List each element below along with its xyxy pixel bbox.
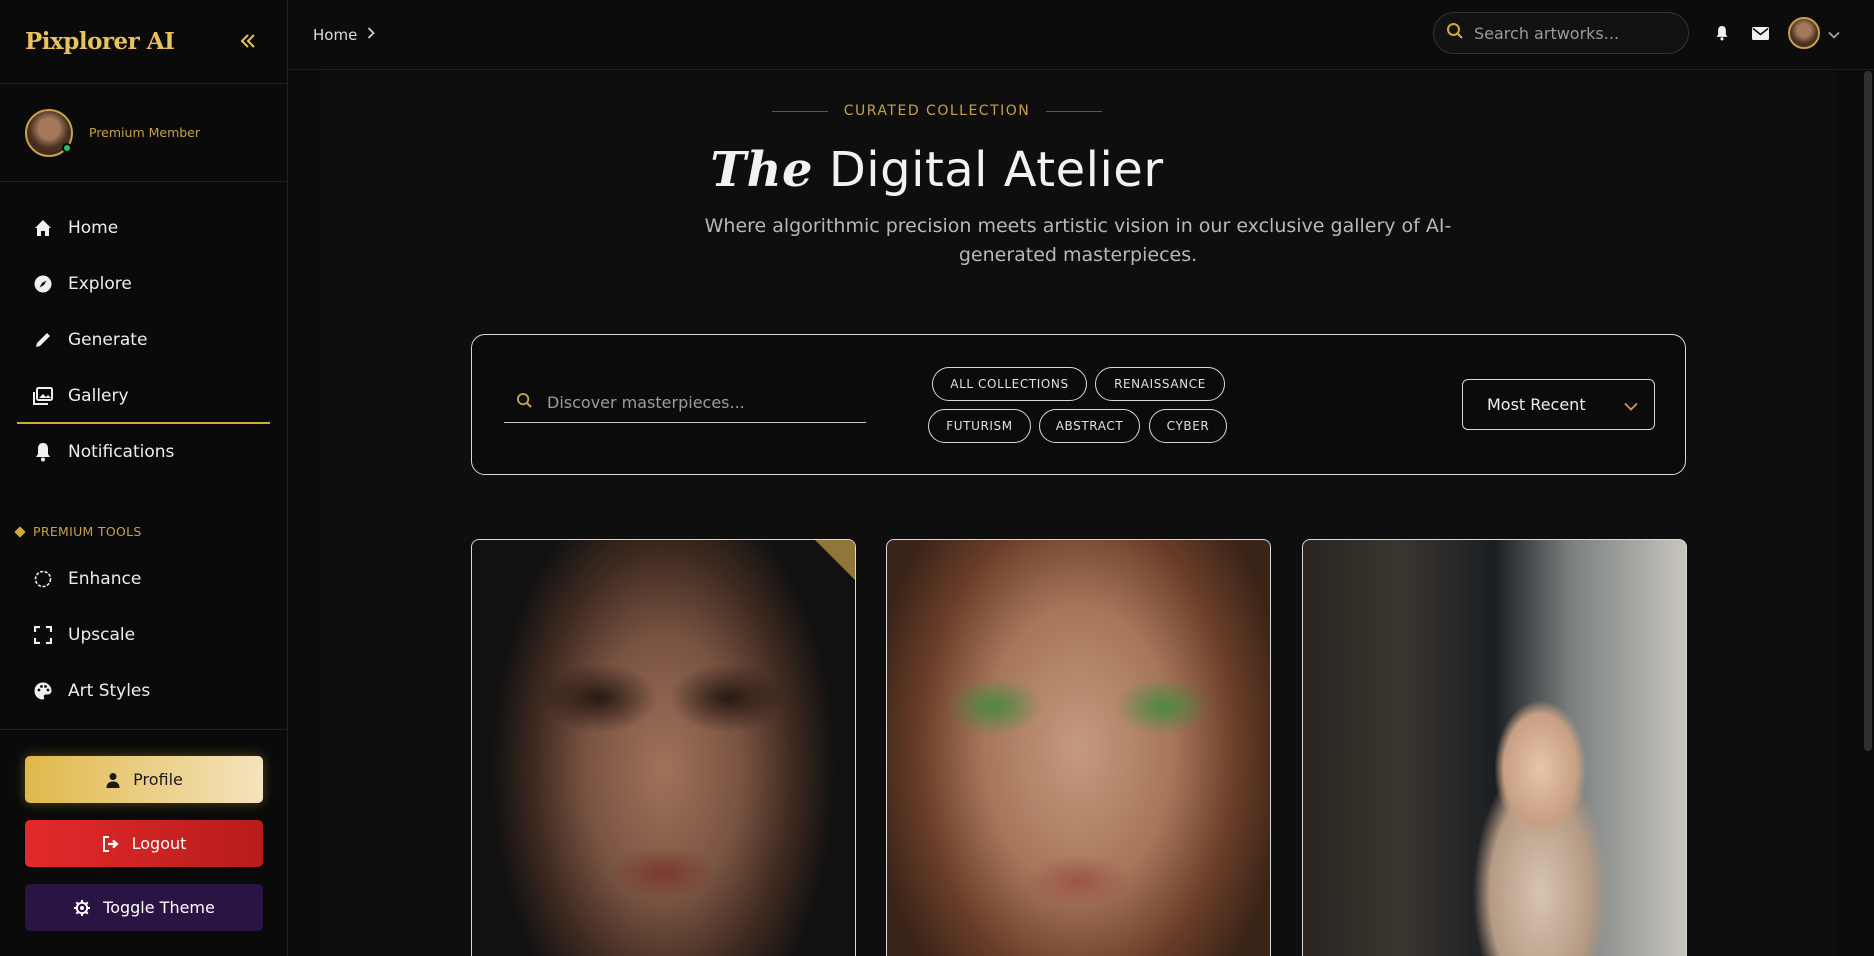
palette-icon (32, 680, 54, 702)
sidebar-actions: Profile Logout Toggle Theme (0, 729, 287, 948)
sidebar-item-label: Upscale (68, 625, 136, 645)
logout-icon (102, 835, 120, 852)
search-placeholder: Search artworks... (1474, 23, 1620, 43)
sidebar-item-label: Home (68, 218, 119, 238)
bell-icon[interactable] (1710, 25, 1734, 41)
membership-label: Premium Member (89, 125, 201, 140)
artwork-card[interactable] (1302, 539, 1687, 956)
circle-icon (32, 568, 54, 590)
artwork-card[interactable] (471, 539, 856, 956)
filter-panel: Discover masterpieces... ALL COLLECTIONS… (471, 334, 1686, 475)
profile-button[interactable]: Profile (25, 756, 263, 803)
avatar[interactable] (1788, 17, 1820, 49)
app: Pixplorer AI Premium Member Home Explore (0, 0, 1874, 956)
artwork-card[interactable] (886, 539, 1271, 956)
pencil-icon (32, 329, 54, 351)
masterpiece-search-input[interactable]: Discover masterpieces... (504, 383, 866, 423)
mail-icon[interactable] (1748, 26, 1772, 40)
breadcrumb-home[interactable]: Home (313, 26, 357, 44)
gear-icon (73, 899, 91, 917)
sidebar-item-upscale[interactable]: Upscale (0, 607, 287, 663)
eyebrow-label: CURATED COLLECTION (843, 103, 1031, 119)
sidebar-item-explore[interactable]: Explore (0, 256, 287, 312)
home-icon (32, 217, 54, 239)
profile-button-label: Profile (133, 770, 183, 789)
chip-renaissance[interactable]: RENAISSANCE (1095, 367, 1225, 401)
chip-abstract[interactable]: ABSTRACT (1039, 409, 1140, 443)
chip-cyber[interactable]: CYBER (1149, 409, 1227, 443)
sidebar-nav: Home Explore Generate Gallery Notificati… (0, 182, 287, 719)
page-subtitle: Where algorithmic precision meets artist… (704, 215, 1452, 266)
topbar-actions (1710, 0, 1840, 66)
logout-button-label: Logout (131, 834, 187, 853)
brand-logo[interactable]: Pixplorer AI (25, 28, 175, 55)
search-icon (1446, 22, 1464, 44)
sidebar-item-label: Gallery (68, 386, 129, 406)
bell-icon (32, 441, 54, 463)
brand-row: Pixplorer AI (0, 0, 287, 84)
diamond-icon (14, 525, 26, 538)
sidebar-item-generate[interactable]: Generate (0, 312, 287, 368)
sidebar-item-label: Notifications (68, 442, 175, 462)
toggle-theme-button-label: Toggle Theme (103, 898, 215, 917)
sidebar-item-gallery[interactable]: Gallery (0, 368, 287, 424)
breadcrumb: Home (313, 26, 376, 44)
sidebar-item-label: Art Styles (68, 681, 151, 701)
sidebar-item-notifications[interactable]: Notifications (0, 424, 287, 480)
chip-all-collections[interactable]: ALL COLLECTIONS (932, 367, 1087, 401)
search-input[interactable]: Search artworks... (1433, 12, 1689, 54)
divider (771, 110, 828, 112)
sidebar-item-enhance[interactable]: Enhance (0, 551, 287, 607)
premium-tools-label: PREMIUM TOOLS (33, 524, 142, 539)
images-icon (32, 385, 54, 407)
expand-icon (32, 624, 54, 646)
chevrons-left-icon[interactable] (239, 28, 257, 56)
premium-corner-badge (815, 540, 855, 580)
page-title-emphasis: The (710, 142, 814, 198)
sidebar-item-label: Generate (68, 330, 148, 350)
premium-tools-heading: PREMIUM TOOLS (0, 524, 287, 539)
sort-selected-value: Most Recent (1487, 395, 1586, 414)
sidebar-item-label: Enhance (68, 569, 142, 589)
compass-icon (32, 273, 54, 295)
logout-button[interactable]: Logout (25, 820, 263, 867)
search-placeholder: Discover masterpieces... (547, 393, 745, 412)
chevron-down-icon (1624, 396, 1638, 415)
page-title-text: Digital Atelier (828, 142, 1164, 198)
toggle-theme-button[interactable]: Toggle Theme (25, 884, 263, 931)
sort-select[interactable]: Most Recent (1462, 379, 1655, 430)
sidebar-item-art-styles[interactable]: Art Styles (0, 663, 287, 719)
eyebrow: CURATED COLLECTION (0, 103, 1874, 119)
user-icon (105, 772, 121, 788)
search-icon (516, 392, 533, 413)
page-title: The Digital Atelier (0, 142, 1874, 198)
chevron-right-icon (367, 26, 376, 43)
chip-futurism[interactable]: FUTURISM (928, 409, 1031, 443)
chevron-down-icon[interactable] (1828, 24, 1840, 43)
divider (1046, 110, 1103, 112)
sidebar-item-home[interactable]: Home (0, 200, 287, 256)
sidebar-item-label: Explore (68, 274, 132, 294)
